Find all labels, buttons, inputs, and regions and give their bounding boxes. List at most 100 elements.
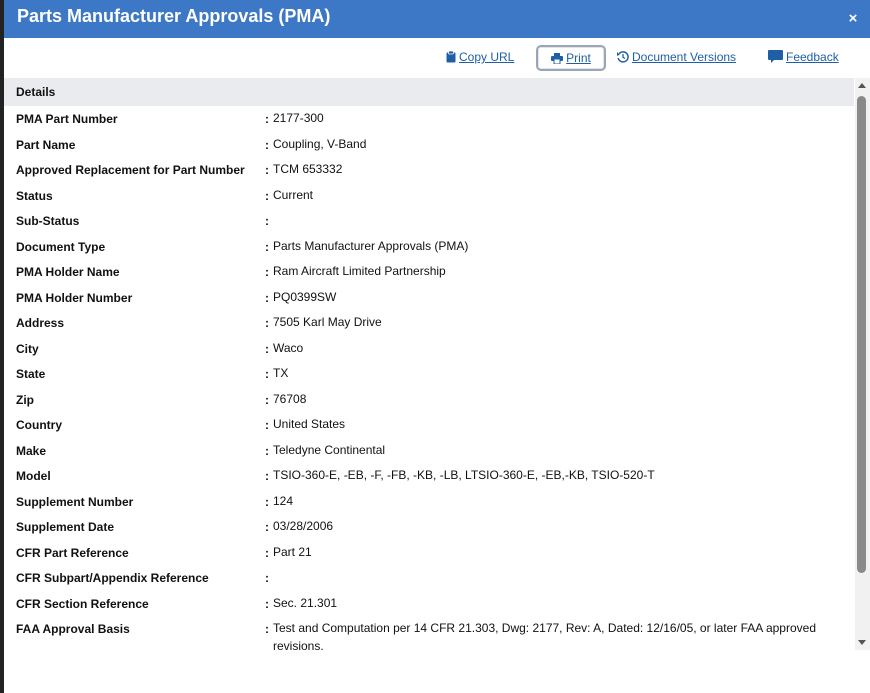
detail-label: PMA Part Number xyxy=(16,112,118,126)
detail-row: PMA Part Number:2177-300 xyxy=(4,106,854,132)
detail-value: 03/28/2006 xyxy=(273,519,334,533)
scroll-up-icon[interactable] xyxy=(858,83,866,88)
scroll-down-icon[interactable] xyxy=(858,640,866,645)
feedback-link[interactable]: Feedback xyxy=(768,50,839,64)
detail-value: United States xyxy=(273,417,346,431)
detail-label: Supplement Number xyxy=(16,494,134,509)
print-label: Print xyxy=(566,51,591,65)
detail-value: Sec. 21.301 xyxy=(273,595,338,610)
detail-separator: : xyxy=(265,188,269,203)
detail-value: 124 xyxy=(273,493,294,508)
detail-label: Document Type xyxy=(16,239,106,254)
detail-label: PMA Holder Number xyxy=(16,290,133,305)
detail-row: Part Name: Coupling, V-Band xyxy=(4,132,854,158)
details-section-heading: Details xyxy=(4,78,854,106)
detail-value: Waco xyxy=(273,340,304,355)
detail-separator: : xyxy=(265,494,269,509)
detail-row: CFR Section Reference: Sec. 21.301 xyxy=(4,591,854,617)
detail-row: Sub-Status: xyxy=(4,208,854,234)
detail-label: CFR Part Reference xyxy=(16,545,129,560)
detail-row: Zip:76708 xyxy=(4,387,854,413)
vertical-scrollbar[interactable] xyxy=(855,78,870,650)
detail-label: CFR Subpart/Appendix Reference xyxy=(16,571,209,585)
detail-label: Model xyxy=(16,469,51,483)
comment-icon xyxy=(768,50,783,63)
detail-value: Coupling, V-Band xyxy=(273,136,367,151)
detail-row: FAA Approval Basis: Test and Computation … xyxy=(4,616,854,660)
detail-value: TSIO-360-E, -EB, -F, -FB, -KB, -LB, LTSI… xyxy=(273,468,655,482)
details-content[interactable]: Details PMA Part Number:2177-300 Part Nam… xyxy=(4,78,854,693)
detail-separator: : xyxy=(265,571,269,585)
document-versions-label: Document Versions xyxy=(632,50,737,64)
detail-label: Approved Replacement for Part Number xyxy=(16,163,245,177)
detail-separator: : xyxy=(265,622,269,636)
detail-label: Address xyxy=(16,316,65,330)
detail-label: Make xyxy=(16,443,47,458)
document-versions-link[interactable]: Document Versions xyxy=(617,50,736,64)
detail-label: Status xyxy=(16,188,53,203)
detail-row: Address:7505 Karl May Drive xyxy=(4,310,854,336)
detail-separator: : xyxy=(265,545,269,560)
detail-separator: : xyxy=(265,214,269,228)
detail-value: Ram Aircraft Limited Partnership xyxy=(273,264,446,278)
detail-row: Supplement Number:124 xyxy=(4,489,854,515)
scroll-thumb[interactable] xyxy=(857,96,866,573)
detail-label: Zip xyxy=(16,392,34,407)
detail-label: CFR Section Reference xyxy=(16,596,149,611)
detail-row: Country: United States xyxy=(4,412,854,438)
detail-separator: : xyxy=(265,290,269,305)
detail-separator: : xyxy=(265,520,269,534)
detail-separator: : xyxy=(265,341,269,356)
detail-separator: : xyxy=(265,596,269,611)
detail-value: TCM 653332 xyxy=(273,162,343,176)
detail-value: Parts Manufacturer Approvals (PMA) xyxy=(273,238,469,253)
detail-value: Teledyne Continental xyxy=(273,442,386,457)
detail-value: 2177-300 xyxy=(273,111,324,125)
detail-row: Supplement Date:03/28/2006 xyxy=(4,514,854,540)
detail-row: Make: Teledyne Continental xyxy=(4,438,854,464)
detail-row: Status: Current xyxy=(4,183,854,209)
detail-separator: : xyxy=(265,316,269,330)
detail-separator: : xyxy=(265,112,269,126)
dialog-header: Parts Manufacturer Approvals (PMA) × xyxy=(4,0,870,38)
detail-row: PMA Holder Number: PQ0399SW xyxy=(4,285,854,311)
copy-url-link[interactable]: Copy URL xyxy=(446,50,514,64)
printer-icon xyxy=(551,52,564,64)
detail-value: Current xyxy=(273,187,314,202)
detail-separator: : xyxy=(265,367,269,381)
detail-value: Test and Computation per 14 CFR 21.303, … xyxy=(273,621,816,653)
details-list: PMA Part Number:2177-300 Part Name: Coupli… xyxy=(4,106,854,660)
detail-row: Approved Replacement for Part Number: TCM… xyxy=(4,157,854,183)
detail-row: Document Type: Parts Manufacturer Approva… xyxy=(4,234,854,260)
pma-details-dialog: Parts Manufacturer Approvals (PMA) × Cop… xyxy=(4,0,870,693)
dialog-title: Parts Manufacturer Approvals (PMA) xyxy=(17,6,331,26)
detail-value: TX xyxy=(273,366,289,380)
detail-row: City: Waco xyxy=(4,336,854,362)
detail-separator: : xyxy=(265,469,269,483)
detail-value: 76708 xyxy=(273,391,307,406)
detail-row: PMA Holder Name: Ram Aircraft Limited Par… xyxy=(4,259,854,285)
detail-value: Part 21 xyxy=(273,544,312,559)
detail-label: Sub-Status xyxy=(16,214,80,228)
detail-separator: : xyxy=(265,392,269,407)
detail-row: Model: TSIO-360-E, -EB, -F, -FB, -KB, -LB… xyxy=(4,463,854,489)
print-button[interactable]: Print xyxy=(536,45,606,71)
clipboard-icon xyxy=(446,51,456,63)
detail-separator: : xyxy=(265,137,269,152)
detail-separator: : xyxy=(265,265,269,279)
feedback-label: Feedback xyxy=(786,50,839,64)
copy-url-label: Copy URL xyxy=(459,50,515,64)
detail-separator: : xyxy=(265,239,269,254)
dialog-toolbar: Copy URL Print Document Versions Feedbac… xyxy=(4,38,870,78)
detail-separator: : xyxy=(265,443,269,458)
detail-label: FAA Approval Basis xyxy=(16,622,130,636)
detail-label: PMA Holder Name xyxy=(16,265,120,279)
history-icon xyxy=(617,51,629,63)
detail-label: Part Name xyxy=(16,137,76,152)
detail-label: State xyxy=(16,367,46,381)
detail-label: Supplement Date xyxy=(16,520,115,534)
close-button[interactable]: × xyxy=(846,11,860,26)
detail-label: Country xyxy=(16,418,62,432)
detail-row: State: TX xyxy=(4,361,854,387)
detail-row: CFR Subpart/Appendix Reference: xyxy=(4,565,854,591)
